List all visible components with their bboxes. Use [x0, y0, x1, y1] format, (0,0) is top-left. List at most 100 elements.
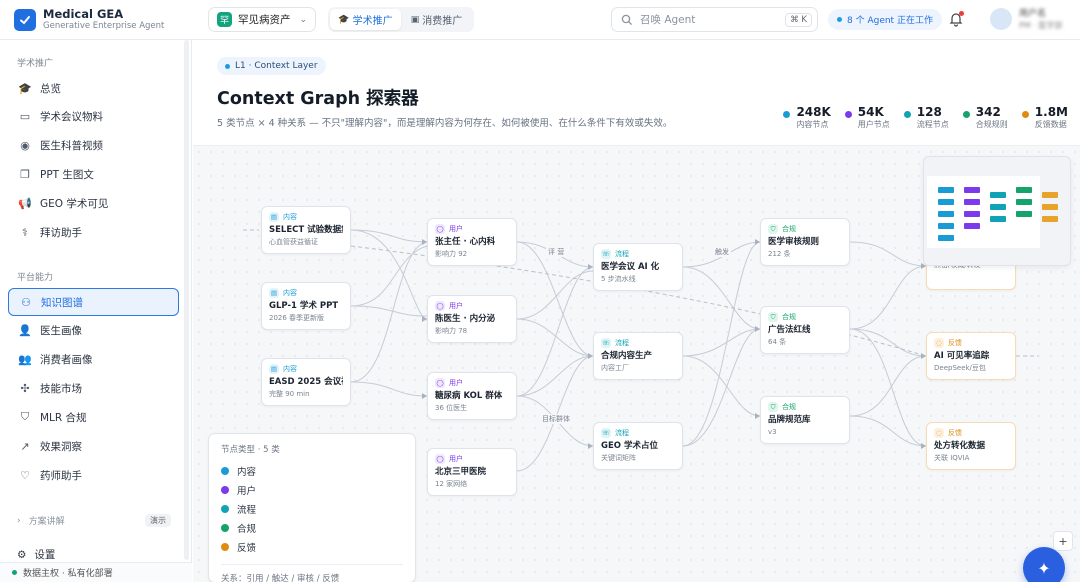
node-meta: 关联 IQVIA [934, 454, 970, 462]
node-type: 流程 [615, 339, 629, 347]
bag-icon: ▣ [410, 14, 420, 25]
edge-label: 目标群体 [540, 414, 572, 424]
brand[interactable]: Medical GEA Generative Enterprise Agent [14, 8, 164, 32]
graph-node-rule[interactable]: ⛉ 合规 品牌规范库 v3 [760, 396, 850, 444]
puzzle-icon: ✣ [20, 381, 30, 395]
sidebar-item-label: PPT 生图文 [40, 168, 94, 181]
sidebar-item-doctor-profile[interactable]: 👤 医生画像 [8, 316, 179, 344]
legend-relations: 关系：引用 / 触达 / 审核 / 反馈 [221, 564, 403, 582]
settings-label: 设置 [34, 549, 56, 561]
stat-value: 248K [796, 105, 831, 119]
graph-node-content[interactable]: ▤ 内容 SELECT 试验数据集 心血管获益循证 [261, 206, 351, 254]
graph-node-rule[interactable]: ⛉ 合规 医学审核规则 212 条 [760, 218, 850, 266]
minimap[interactable] [923, 156, 1071, 266]
legend-dot [221, 542, 229, 551]
sidebar-item-insights[interactable]: ↗ 效果洞察 [8, 432, 179, 460]
node-type: 内容 [283, 289, 297, 297]
bell-icon[interactable] [948, 11, 964, 27]
sidebar-item-label: 医生科普视频 [40, 139, 103, 152]
sidebar-item-consumer-profile[interactable]: 👥 消费者画像 [8, 345, 179, 373]
user-icon: ◯ [435, 301, 445, 311]
edge-label: 触发 [713, 247, 731, 257]
sidebar-item-geo[interactable]: 📢 GEO 学术可见 [8, 189, 179, 217]
minimap-column [964, 187, 980, 235]
search-icon [621, 14, 633, 25]
shield-icon: ⛉ [20, 410, 30, 423]
stat-flows: 128 流程节点 [903, 105, 949, 130]
graph-node-user[interactable]: ◯ 用户 糖尿病 KOL 群体 36 位医生 [427, 372, 517, 420]
stat-content: 248K 内容节点 [783, 105, 831, 130]
graph-node-user[interactable]: ◯ 用户 张主任 · 心内科 影响力 92 [427, 218, 517, 266]
cap-icon: 🎓 [338, 14, 350, 25]
tab-consumer[interactable]: ▣ 消费推广 [401, 9, 472, 30]
user-info[interactable]: 用户名 PM · 医学部 [1019, 9, 1062, 31]
solution-demo-toggle[interactable]: › 方案讲解 演示 [17, 514, 171, 527]
sidebar-item-label: 拜访助手 [40, 226, 82, 239]
agents-status-badge[interactable]: 8 个 Agent 正在工作 [828, 9, 942, 30]
trend-icon: ↗ [20, 439, 30, 453]
sidebar-item-visit-assistant[interactable]: ⚕ 拜访助手 [8, 218, 179, 246]
legend-item: 内容 [221, 461, 403, 480]
graph-node-content[interactable]: ▤ 内容 GLP-1 学术 PPT 2026 春季更新版 [261, 282, 351, 330]
sidebar-item-conference-materials[interactable]: ▭ 学术会议物料 [8, 102, 179, 130]
legend-label: 内容 [237, 466, 257, 478]
promotion-tabs: 🎓 学术推广 ▣ 消费推广 [328, 7, 474, 32]
page-title: Context Graph 探索器 [217, 89, 419, 109]
layer-pill: L1 · Context Layer [217, 57, 326, 75]
sidebar-item-doctor-videos[interactable]: ◉ 医生科普视频 [8, 131, 179, 159]
sidebar-scrollbar[interactable] [184, 40, 189, 560]
stat-label: 用户节点 [857, 120, 890, 129]
node-meta: 36 位医生 [435, 404, 468, 412]
sidebar-item-ppt[interactable]: ❐ PPT 生图文 [8, 160, 179, 188]
node-type: 用户 [449, 225, 463, 233]
stat-dot [903, 111, 911, 118]
node-meta: 12 家网络 [435, 480, 468, 488]
graph-node-content[interactable]: ▤ 内容 EASD 2025 会议视频 完整 90 min [261, 358, 351, 406]
asset-label: 罕见病资产 [238, 14, 291, 26]
edge-label: 评 营 [546, 247, 567, 257]
sidebar-item-label: 消费者画像 [40, 353, 93, 366]
megaphone-icon: 📢 [18, 196, 32, 210]
stat-value: 54K [857, 105, 884, 119]
page-subtitle: 5 类节点 × 4 种关系 — 不只"理解内容"，而是理解内容为何存在、如何被使… [217, 118, 673, 129]
chat-icon: ◌ [934, 428, 944, 438]
sidebar-item-overview[interactable]: 🎓 总览 [8, 74, 179, 102]
sidebar: 学术推广 🎓 总览 ▭ 学术会议物料 ◉ 医生科普视频 ❐ PPT 生图文 📢 GEO 学… [0, 40, 192, 582]
minimap-column [990, 192, 1006, 228]
node-type: 合规 [782, 403, 796, 411]
node-type: 合规 [782, 225, 796, 233]
sidebar-item-skill-market[interactable]: ✣ 技能市场 [8, 374, 179, 402]
sidebar-item-settings[interactable]: ⚙ 设置 [17, 547, 55, 562]
sidebar-item-pharmacist[interactable]: ♡ 药师助手 [8, 461, 179, 489]
graph-node-rule[interactable]: ⛉ 合规 广告法红线 64 条 [760, 306, 850, 354]
node-meta: 关键词矩阵 [601, 454, 636, 462]
graph-node-user[interactable]: ◯ 用户 北京三甲医院 12 家网络 [427, 448, 517, 496]
graph-node-flow[interactable]: ☏ 流程 合规内容生产 内容工厂 [593, 332, 683, 380]
graph-legend: 节点类型 · 5 类 内容 用户 流程 合规 反馈 关系：引用 / 触达 / 审… [208, 433, 416, 582]
graph-canvas[interactable]: 评 营 触发 目标群体 ▤ 内容 SELECT 试验数据集 心血管获益循证 ▤ 内容… [193, 145, 1080, 582]
top-bar: Medical GEA Generative Enterprise Agent … [0, 0, 1080, 40]
node-name: 陈医生 · 内分泌 [435, 314, 496, 324]
heart-icon: ♡ [20, 468, 30, 482]
user-icon: ◯ [435, 454, 445, 464]
graph-node-feedback[interactable]: ◌ 反馈 AI 可见率追踪 DeepSeek/豆包 [926, 332, 1016, 380]
agent-search-input[interactable]: 召唤 Agent ⌘ K [611, 7, 818, 32]
sidebar-item-mlr[interactable]: ⛉ MLR 合规 [8, 403, 179, 431]
graph-node-feedback[interactable]: ◌ 反馈 处方转化数据 关联 IQVIA [926, 422, 1016, 470]
asset-selector[interactable]: 罕 罕见病资产 ⌄ [208, 7, 316, 32]
user-role: PM · 医学部 [1019, 21, 1063, 30]
node-name: GEO 学术占位 [601, 441, 658, 451]
sidebar-item-label: 学术会议物料 [40, 110, 103, 123]
graph-node-flow[interactable]: ☏ 流程 医学会议 AI 化 5 步流水线 [593, 243, 683, 291]
tab-academic[interactable]: 🎓 学术推广 [330, 9, 401, 30]
zoom-in-button[interactable]: + [1053, 531, 1073, 551]
graph-node-user[interactable]: ◯ 用户 陈医生 · 内分泌 影响力 78 [427, 295, 517, 343]
main-content: L1 · Context Layer Context Graph 探索器 5 类… [193, 41, 1080, 582]
legend-label: 流程 [237, 504, 257, 516]
agent-fab-button[interactable]: ✦ [1023, 547, 1065, 582]
sidebar-item-knowledge-graph[interactable]: ⚇ 知识图谱 [8, 288, 179, 316]
avatar[interactable] [990, 8, 1012, 30]
graph-node-flow[interactable]: ☏ 流程 GEO 学术占位 关键词矩阵 [593, 422, 683, 470]
asset-badge: 罕 [217, 12, 232, 27]
stethoscope-icon: ⚕ [22, 225, 28, 239]
